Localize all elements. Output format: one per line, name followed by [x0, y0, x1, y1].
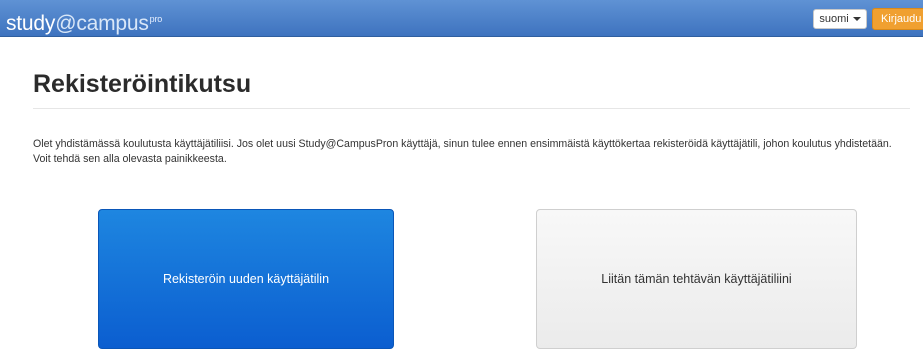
studycampus-logo[interactable]: study@campuspro: [6, 6, 163, 35]
register-new-account-button[interactable]: Rekisteröin uuden käyttäjätilin: [98, 209, 394, 349]
intro-text: Olet yhdistämässä koulutusta käyttäjätil…: [33, 137, 913, 167]
logo-study: study: [6, 12, 56, 35]
page-title: Rekisteröintikutsu: [33, 70, 252, 98]
language-label: suomi: [819, 13, 849, 25]
login-label: Kirjaudu: [881, 13, 922, 25]
language-dropdown[interactable]: suomi: [813, 9, 867, 29]
chevron-down-icon: [852, 17, 861, 21]
intro-line-1: Olet yhdistämässä koulutusta käyttäjätil…: [33, 138, 892, 150]
logo-pro: pro: [149, 14, 163, 24]
intro-line-2: Voit tehdä sen alla olevasta painikkeest…: [33, 153, 227, 165]
link-to-account-button[interactable]: Liitän tämän tehtävän käyttäjätiliini: [536, 209, 857, 349]
link-button-label: Liitän tämän tehtävän käyttäjätiliini: [601, 272, 792, 286]
logo-campus: @campus: [55, 12, 149, 35]
divider: [33, 108, 910, 109]
top-navbar: study@campuspro suomi Kirjaudu: [0, 0, 923, 37]
login-button[interactable]: Kirjaudu: [872, 8, 923, 30]
register-button-label: Rekisteröin uuden käyttäjätilin: [162, 272, 330, 286]
